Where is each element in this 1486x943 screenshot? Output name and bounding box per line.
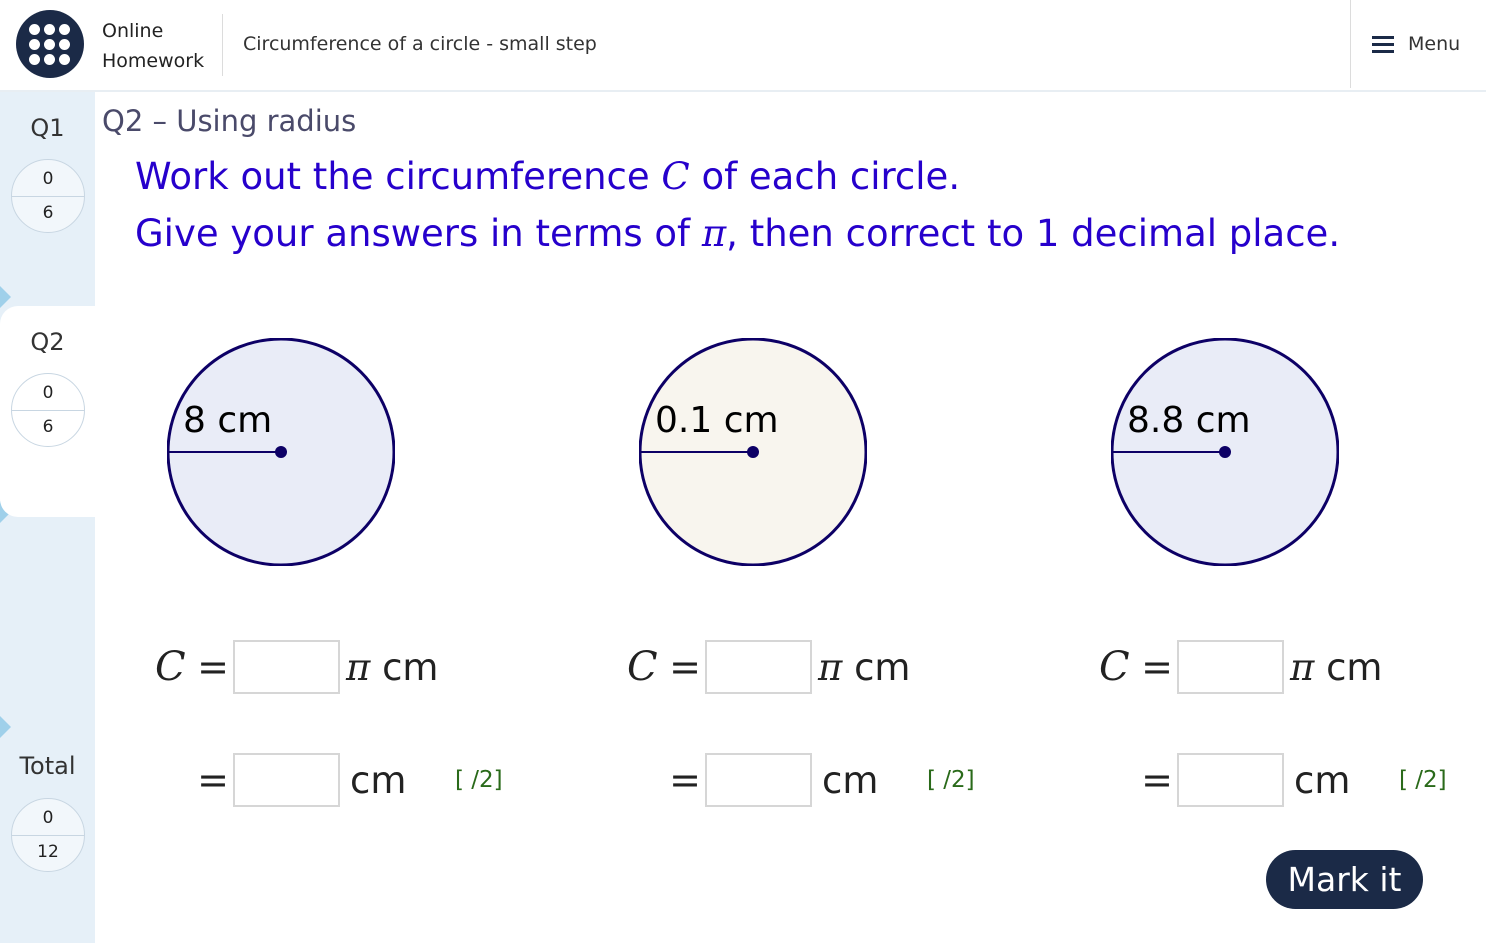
brand-line1: Online	[102, 20, 164, 42]
answer-decimal-input-1[interactable]	[233, 753, 340, 807]
answer-row-pi-3: C = π cm	[1099, 640, 1382, 694]
q2-score-max: 6	[42, 417, 54, 437]
pi-unit: π cm	[818, 646, 910, 689]
mark-it-button[interactable]: Mark it	[1266, 850, 1423, 909]
instruction1-post: of each circle.	[689, 155, 961, 198]
c-variable: C	[627, 644, 658, 690]
header: Online Homework Circumference of a circl…	[0, 0, 1486, 92]
marks-indicator-2: [ /2]	[927, 767, 975, 793]
instruction2-pre: Give your answers in terms of	[135, 212, 702, 255]
c-variable: C	[1099, 644, 1130, 690]
circle-diagram-1: 8 cm	[167, 338, 395, 566]
circle-1-radius-label: 8 cm	[183, 400, 273, 441]
equals-sign: =	[669, 758, 701, 802]
marks-indicator-3: [ /2]	[1399, 767, 1447, 793]
answer-row-decimal-3: = cm	[1137, 753, 1350, 807]
instruction-line-1: Work out the circumference C of each cir…	[135, 155, 960, 198]
decimal-unit: cm	[1294, 758, 1351, 802]
total-score: 0 12	[11, 798, 85, 872]
marks-indicator-1: [ /2]	[455, 767, 503, 793]
answer-decimal-input-2[interactable]	[705, 753, 812, 807]
total-score-value: 0	[42, 808, 54, 828]
circle-3-shape	[1111, 338, 1339, 566]
equals-sign: =	[197, 758, 229, 802]
circle-diagram-3: 8.8 cm	[1111, 338, 1339, 566]
decimal-unit: cm	[350, 758, 407, 802]
answer-pi-input-2[interactable]	[705, 640, 812, 694]
total-label: Total	[19, 752, 76, 780]
brand-line2: Homework	[102, 50, 205, 72]
answer-row-decimal-1: = cm	[193, 753, 406, 807]
answer-decimal-input-3[interactable]	[1177, 753, 1284, 807]
tab-q1-label: Q1	[30, 114, 65, 142]
equals-sign: =	[1141, 758, 1173, 802]
pi-symbol: π	[818, 645, 843, 689]
question-heading: Q2 – Using radius	[102, 104, 357, 138]
answer-row-decimal-2: = cm	[665, 753, 878, 807]
decimal-unit: cm	[822, 758, 879, 802]
pi-unit-label: cm	[854, 645, 911, 689]
answer-pi-input-3[interactable]	[1177, 640, 1284, 694]
pi-unit-label: cm	[1326, 645, 1383, 689]
question-sidebar: Q1 0 6 Q2 0 6 Total 0 12	[0, 92, 95, 943]
instruction1-pre: Work out the circumference	[135, 155, 662, 198]
q2-score: 0 6	[11, 373, 85, 447]
tab-q1[interactable]: Q1 0 6	[0, 92, 95, 304]
circle-2-radius-label: 0.1 cm	[655, 400, 779, 441]
q2-score-value: 0	[42, 383, 54, 403]
equals-sign: =	[669, 645, 701, 689]
instruction-line-2: Give your answers in terms of π, then co…	[135, 212, 1340, 255]
tab-q2[interactable]: Q2 0 6	[0, 306, 95, 517]
total-panel: Total 0 12	[0, 732, 95, 943]
total-score-max: 12	[37, 842, 59, 862]
circle-2-shape	[639, 338, 867, 566]
pi-symbol: π	[346, 645, 371, 689]
answer-row-pi-2: C = π cm	[627, 640, 910, 694]
hamburger-icon	[1372, 35, 1394, 53]
instruction2-pi: π	[701, 212, 727, 255]
menu-label: Menu	[1408, 33, 1461, 55]
c-variable: C	[155, 644, 186, 690]
tab-q2-label: Q2	[30, 328, 65, 356]
q1-score-max: 6	[42, 203, 54, 223]
circle-diagram-2: 0.1 cm	[639, 338, 867, 566]
answer-row-pi-1: C = π cm	[155, 640, 438, 694]
logo-icon[interactable]	[16, 10, 84, 78]
brand-name: Online Homework	[102, 16, 204, 76]
equals-sign: =	[197, 645, 229, 689]
pi-unit-label: cm	[382, 645, 439, 689]
q1-score-value: 0	[42, 169, 54, 189]
menu-button[interactable]: Menu	[1372, 33, 1460, 55]
instruction2-post: , then correct to 1 decimal place.	[726, 212, 1341, 255]
header-divider	[222, 14, 223, 76]
answer-pi-input-1[interactable]	[233, 640, 340, 694]
pi-unit: π cm	[1290, 646, 1382, 689]
pi-symbol: π	[1290, 645, 1315, 689]
header-divider	[1350, 0, 1351, 88]
instruction1-var: C	[661, 155, 690, 198]
pi-unit: π cm	[346, 646, 438, 689]
q1-score: 0 6	[11, 159, 85, 233]
circle-1-shape	[167, 338, 395, 566]
equals-sign: =	[1141, 645, 1173, 689]
page-title: Circumference of a circle - small step	[243, 33, 597, 55]
circle-3-radius-label: 8.8 cm	[1127, 400, 1251, 441]
